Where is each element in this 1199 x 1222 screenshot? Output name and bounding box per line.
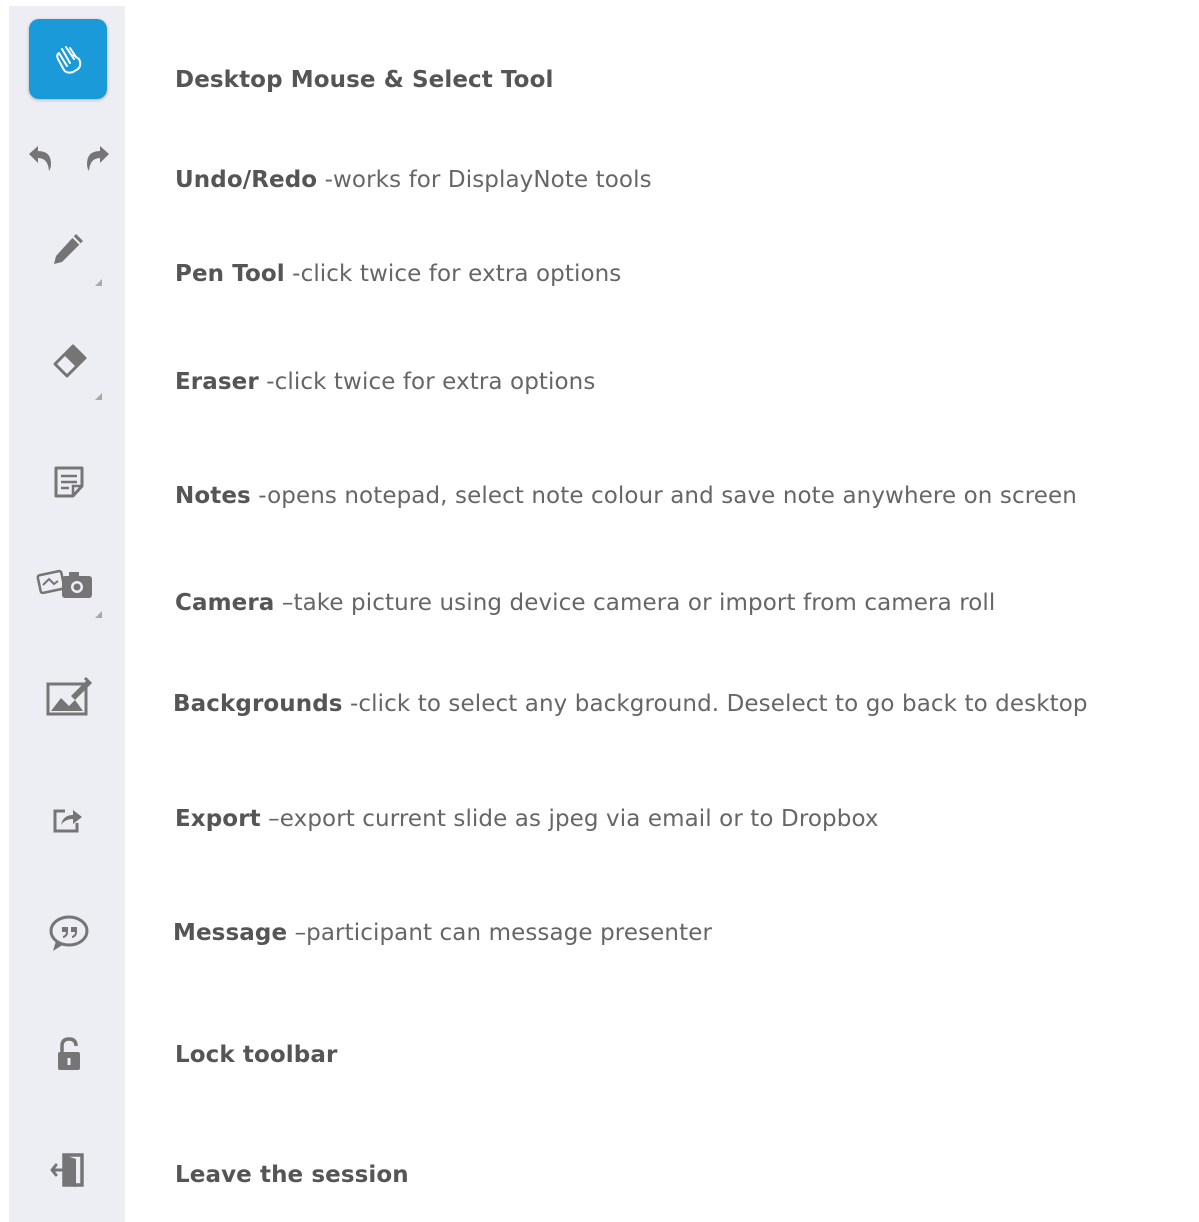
leave-session-button[interactable] — [46, 1148, 90, 1192]
export-icon — [51, 805, 85, 835]
select-tool-description: Desktop Mouse & Select Tool — [175, 66, 553, 94]
tool-name: Camera — [175, 590, 275, 616]
tool-name: Backgrounds — [173, 691, 343, 717]
message-tool-button[interactable] — [44, 910, 94, 956]
lock-toolbar-button[interactable] — [48, 1032, 90, 1076]
options-indicator — [95, 611, 102, 618]
undoredo-description: Undo/Redo -works for DisplayNote tools — [175, 166, 652, 194]
notes-tool-button[interactable] — [44, 458, 94, 506]
camera-icon — [36, 567, 96, 601]
lock-icon — [54, 1036, 84, 1072]
tool-name: Export — [175, 806, 261, 832]
select-tool-button[interactable] — [29, 19, 107, 99]
export-tool-button[interactable] — [46, 800, 90, 840]
tool-desc: -opens notepad, select note colour and s… — [250, 483, 1077, 509]
redo-button[interactable] — [80, 140, 114, 176]
tool-desc: -click twice for extra options — [284, 261, 622, 287]
pen-description: Pen Tool -click twice for extra options — [175, 260, 621, 288]
tool-desc: -click to select any background. Deselec… — [342, 691, 1088, 717]
hand-pointer-icon — [48, 39, 88, 79]
backgrounds-tool-button[interactable] — [42, 672, 96, 722]
message-description: Message –participant can message present… — [173, 919, 712, 947]
eraser-description: Eraser -click twice for extra options — [175, 368, 595, 396]
export-description: Export –export current slide as jpeg via… — [175, 805, 879, 833]
notes-description: Notes -opens notepad, select note colour… — [175, 482, 1077, 510]
exit-icon — [50, 1151, 86, 1189]
tool-desc: –take picture using device camera or imp… — [274, 590, 996, 616]
background-icon — [45, 676, 93, 718]
tool-name: Notes — [175, 483, 251, 509]
eraser-tool-button[interactable] — [40, 340, 106, 404]
options-indicator — [95, 393, 102, 400]
note-icon — [51, 464, 87, 500]
tool-name: Desktop Mouse & Select Tool — [175, 67, 554, 93]
tool-desc: -works for DisplayNote tools — [317, 167, 652, 193]
pen-tool-button[interactable] — [40, 226, 106, 290]
tool-desc: -click twice for extra options — [258, 369, 596, 395]
undo-icon — [25, 142, 57, 174]
redo-icon — [81, 142, 113, 174]
tool-name: Eraser — [175, 369, 259, 395]
eraser-icon — [49, 342, 89, 382]
tool-name: Message — [173, 920, 288, 946]
tool-desc: –participant can message presenter — [287, 920, 713, 946]
camera-tool-button[interactable] — [36, 566, 106, 620]
backgrounds-description: Backgrounds -click to select any backgro… — [173, 690, 1088, 718]
tool-name: Lock toolbar — [175, 1042, 338, 1068]
tool-desc: –export current slide as jpeg via email … — [260, 806, 879, 832]
tool-name: Undo/Redo — [175, 167, 318, 193]
message-icon — [47, 913, 91, 953]
options-indicator — [95, 279, 102, 286]
undo-button[interactable] — [24, 140, 58, 176]
camera-description: Camera –take picture using device camera… — [175, 589, 995, 617]
leave-description: Leave the session — [175, 1161, 409, 1189]
pen-icon — [49, 230, 87, 268]
lock-description: Lock toolbar — [175, 1041, 337, 1069]
tool-name: Pen Tool — [175, 261, 285, 287]
tool-name: Leave the session — [175, 1162, 409, 1188]
